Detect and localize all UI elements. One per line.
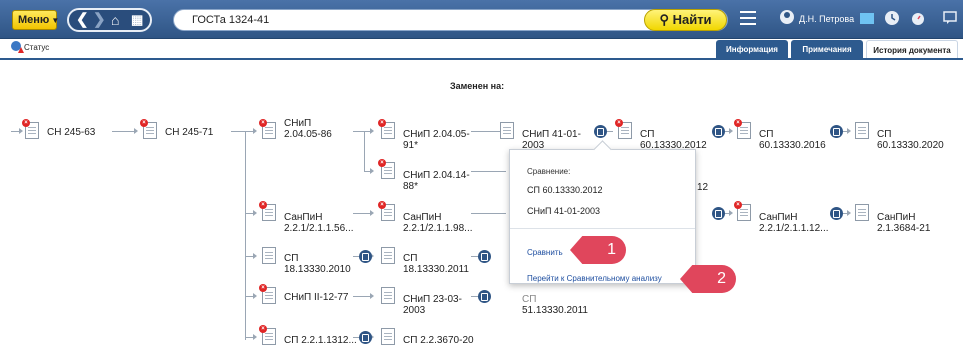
history-node-line2: 60.13330.2020 (877, 140, 944, 151)
search-input-value: ГОСТа 1324-41 (192, 14, 270, 26)
cancelled-mark-icon: × (378, 119, 386, 127)
folder-icon[interactable] (859, 10, 875, 26)
compare-link[interactable]: Сравнить (527, 248, 563, 257)
history-node[interactable]: СП (759, 129, 773, 140)
compare-icon[interactable] (830, 125, 843, 138)
compare-icon[interactable] (712, 125, 725, 138)
cancelled-mark-icon: × (734, 201, 742, 209)
user-icon[interactable] (780, 10, 794, 26)
cancelled-mark-icon: × (734, 119, 742, 127)
cancelled-mark-icon: × (259, 284, 267, 292)
user-name[interactable]: Д.Н. Петрова (799, 14, 854, 24)
menu-button-label: Меню (18, 14, 50, 26)
history-node[interactable]: СанПиН (284, 212, 322, 223)
compare-icon[interactable] (478, 250, 491, 263)
document-icon[interactable] (381, 247, 395, 264)
history-node[interactable]: СП 2.2.3670-20 (403, 335, 474, 346)
history-node[interactable]: СП (877, 129, 891, 140)
status-link[interactable]: Статус (24, 43, 49, 52)
document-icon[interactable] (855, 204, 869, 221)
tab-information[interactable]: Информация (716, 40, 788, 59)
cancelled-mark-icon: × (378, 159, 386, 167)
history-node[interactable]: 51.13330.2011 (522, 305, 588, 316)
cancelled-mark-icon: × (259, 325, 267, 333)
grid-icon[interactable]: ▦ (131, 11, 143, 29)
home-icon[interactable]: ⌂ (111, 11, 119, 29)
history-node[interactable]: СНиП 2.04.14- (403, 170, 470, 181)
history-node[interactable]: СНиП 41-01- (522, 129, 581, 140)
history-node-line2: 60.13330.2016 (759, 140, 826, 151)
compare-icon[interactable] (830, 207, 843, 220)
find-button[interactable]: ⚲ Найти (644, 9, 727, 31)
tabs-divider (0, 58, 963, 60)
compare-popup-title: Сравнение: (527, 167, 571, 176)
history-node[interactable]: СанПиН (759, 212, 797, 223)
history-node[interactable]: СНиП 2.04.05- (403, 129, 470, 140)
tab-notes[interactable]: Примечания (791, 40, 863, 59)
find-button-label: Найти (672, 12, 712, 27)
history-node[interactable]: СНиП 23-03- (403, 294, 462, 305)
history-node[interactable]: СН 245-63 (47, 127, 95, 138)
document-icon[interactable] (262, 247, 276, 264)
compare-icon[interactable] (359, 331, 372, 344)
cancelled-mark-icon: × (259, 201, 267, 209)
document-icon[interactable] (855, 122, 869, 139)
navigation-group: ❮ ❯ ⌂ ▦ (67, 8, 152, 32)
chat-icon[interactable] (942, 10, 958, 26)
history-node[interactable]: СП (403, 253, 417, 264)
history-node-line2: 2.1.3684-21 (877, 223, 931, 234)
status-icon (11, 41, 24, 53)
cancelled-mark-icon: × (259, 119, 267, 127)
cancelled-mark-icon: × (22, 119, 30, 127)
timer-icon[interactable] (910, 10, 926, 26)
history-node-line2: 18.13330.2010 (284, 264, 351, 275)
forward-arrow-icon[interactable]: ❯ (93, 11, 106, 29)
tab-document-history[interactable]: История документа (866, 40, 958, 59)
top-toolbar: Меню ▼ ❮ ❯ ⌂ ▦ ГОСТа 1324-41 ⚲ Найти Д.Н.… (0, 0, 963, 39)
history-node[interactable]: 12 (697, 182, 708, 193)
history-node-line2: 2.2.1/2.1.1.12... (759, 223, 829, 234)
popup-divider (510, 228, 695, 229)
history-node-line2: 2.04.05-86 (284, 129, 332, 140)
document-icon[interactable] (500, 122, 514, 139)
menu-button[interactable]: Меню ▼ (12, 10, 60, 30)
history-node[interactable]: СП 2.2.1.1312... (284, 335, 357, 346)
hamburger-menu-icon[interactable] (740, 11, 756, 25)
back-arrow-icon[interactable]: ❮ (76, 11, 89, 29)
document-icon[interactable] (381, 328, 395, 345)
history-node[interactable]: СН 245-71 (165, 127, 213, 138)
history-node[interactable]: СанПиН (403, 212, 441, 223)
history-node-line2: 2.2.1/2.1.1.56... (284, 223, 354, 234)
history-node[interactable]: СНиП (284, 118, 311, 129)
history-node[interactable]: СанПиН (877, 212, 915, 223)
compare-icon[interactable] (478, 290, 491, 303)
cancelled-mark-icon: × (378, 201, 386, 209)
history-node[interactable]: СП (640, 129, 654, 140)
history-clock-icon[interactable] (884, 10, 900, 26)
history-node-line2: 2.2.1/2.1.1.98... (403, 223, 473, 234)
cancelled-mark-icon: × (140, 119, 148, 127)
compare-doc-2: СНиП 41-01-2003 (527, 206, 601, 216)
compare-icon[interactable] (359, 250, 372, 263)
cancelled-mark-icon: × (615, 119, 623, 127)
history-node-line2: 2003 (403, 305, 426, 316)
document-icon[interactable] (381, 287, 395, 304)
chevron-down-icon: ▼ (51, 16, 60, 25)
compare-doc-1: СП 60.13330.2012 (527, 185, 603, 195)
history-node-line2: 88* (403, 181, 419, 192)
history-node[interactable]: СНиП II-12-77 (284, 292, 348, 303)
history-node-line2: 91* (403, 140, 419, 151)
history-node-line2: 18.13330.2011 (403, 264, 469, 275)
compare-icon[interactable] (594, 125, 607, 138)
comparative-analysis-link[interactable]: Перейти к Сравнительному анализу (527, 274, 662, 283)
history-node-partial: СП (522, 294, 537, 305)
history-node[interactable]: СП (284, 253, 298, 264)
compare-icon[interactable] (712, 207, 725, 220)
replaced-by-heading: Заменен на: (450, 81, 505, 91)
search-input[interactable]: ГОСТа 1324-41 ⚲ Найти (173, 9, 728, 31)
